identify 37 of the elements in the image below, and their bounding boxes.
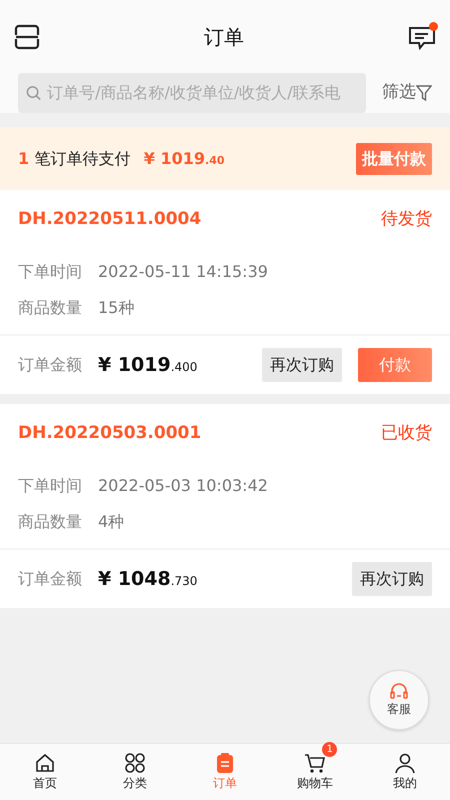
order-number: DH.20220511.0004 <box>18 208 202 232</box>
tab[interactable]: 购物车 1 <box>270 744 360 800</box>
pending-summary: 1 笔订单待支付 ¥ 1019.40 <box>18 148 225 170</box>
search-icon <box>26 85 42 101</box>
cart-icon <box>304 752 326 774</box>
order-amount: ¥ 1048.730 <box>98 566 198 592</box>
order-status: 已收货 <box>381 422 432 446</box>
amount-label: 订单金额 <box>18 354 82 376</box>
filter-button[interactable]: 筛选 <box>382 80 432 106</box>
field-label: 下单时间 <box>18 475 82 497</box>
field-value: 15种 <box>98 297 134 319</box>
reorder-button[interactable]: 再次订购 <box>352 562 432 596</box>
page-title: 订单 <box>204 24 244 50</box>
field-value: 2022-05-03 10:03:42 <box>98 475 268 497</box>
tab[interactable]: 我的 <box>360 744 450 800</box>
order-amount: ¥ 1019.400 <box>98 352 198 378</box>
scan-icon[interactable] <box>14 24 40 50</box>
field-label: 商品数量 <box>18 511 82 533</box>
reorder-button[interactable]: 再次订购 <box>262 348 342 382</box>
headset-icon <box>389 682 409 700</box>
home-icon <box>34 752 56 774</box>
customer-service-button[interactable]: 客服 <box>369 670 429 730</box>
tab[interactable]: 分类 <box>90 744 180 800</box>
field-value: 4种 <box>98 511 124 533</box>
clipboard-icon <box>214 752 236 774</box>
field-value: 2022-05-11 14:15:39 <box>98 261 268 283</box>
count-badge: 1 <box>322 742 338 757</box>
field-label: 商品数量 <box>18 297 82 319</box>
order-status: 待发货 <box>381 208 432 232</box>
category-icon <box>124 752 146 774</box>
search-field[interactable]: 订单号/商品名称/收货单位/收货人/联系电 <box>18 73 366 113</box>
field-label: 下单时间 <box>18 261 82 283</box>
amount-label: 订单金额 <box>18 568 82 590</box>
person-icon <box>394 752 416 774</box>
tab[interactable]: 首页 <box>0 744 90 800</box>
order-number: DH.20220503.0001 <box>18 422 202 446</box>
filter-icon <box>416 84 432 102</box>
